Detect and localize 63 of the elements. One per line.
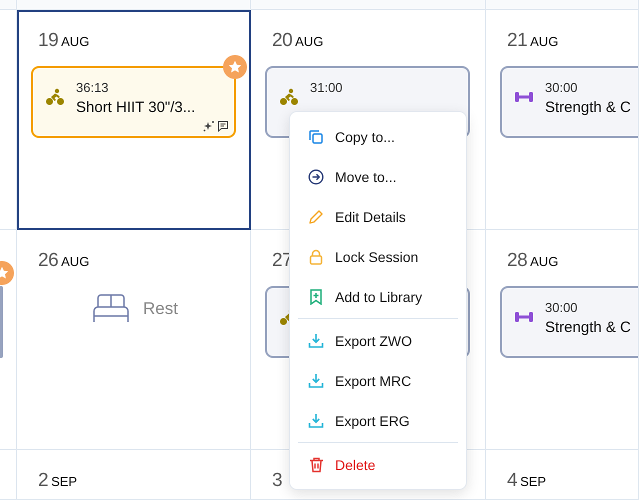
workout-card[interactable]: 30:00 Strength & C [500,66,638,138]
dumbbell-icon [514,310,534,324]
day-number: 21 [507,30,528,52]
bed-icon [93,294,129,323]
menu-item[interactable]: Edit Details [290,197,466,237]
day-number: 4 [507,470,518,492]
rest-label: Rest [143,298,178,318]
month-label: AUG [61,34,90,49]
dumbbell-icon [514,90,534,104]
month-label: SEP [520,474,546,489]
cycling-icon [45,88,65,106]
day-cell[interactable] [251,0,486,10]
workout-title: Short HIIT 30"/3... [76,98,196,118]
day-number: 28 [507,250,528,272]
menu-item[interactable]: Export ERG [290,401,466,441]
day-number: 26 [38,250,58,272]
download-icon [308,413,324,429]
day-cell[interactable] [0,10,17,230]
day-cell[interactable]: 21 AUG 30:00 Strength & C [486,10,639,230]
download-icon [308,373,324,389]
download-icon [308,333,324,349]
day-cell[interactable] [17,0,251,10]
month-label: AUG [61,254,90,269]
pencil-icon [308,209,324,225]
menu-item[interactable]: Export MRC [290,361,466,401]
workout-duration: 30:00 [545,79,578,97]
lock-icon [308,249,324,265]
day-cell[interactable]: 4 SEP [486,450,639,500]
month-label: AUG [530,254,558,269]
workout-card[interactable]: 30:00 Strength & C [500,286,638,358]
selected-day-cell[interactable]: 19 AUG 36:13 Short HIIT 30"/3... [17,10,251,230]
month-label: AUG [530,34,558,49]
workout-card[interactable] [0,286,3,358]
menu-item[interactable]: Add to Library [290,277,466,317]
day-cell[interactable]: 2 SEP [17,450,251,500]
menu-item[interactable]: Delete [290,445,466,485]
menu-item[interactable]: Export ZWO [290,321,466,361]
workout-title: Strength & C [545,318,631,338]
month-label: SEP [51,474,78,489]
workout-duration: 30:00 [545,299,578,317]
day-number: 19 [38,30,58,52]
workout-title: Strength & C [545,98,631,118]
day-cell[interactable] [486,0,639,10]
day-number: 3 [272,470,282,492]
day-cell[interactable] [0,0,17,10]
workout-duration: 31:00 [310,79,343,97]
star-badge[interactable] [223,55,247,79]
arrow-circle-icon [308,169,324,185]
day-cell[interactable]: 26 AUG Rest [17,230,251,450]
day-cell[interactable] [0,450,17,500]
menu-item[interactable]: Move to... [290,157,466,197]
day-cell[interactable] [0,230,17,450]
trash-icon [308,457,324,473]
day-number: 20 [272,30,292,52]
workout-card[interactable]: 36:13 Short HIIT 30"/3... [31,66,236,138]
day-cell[interactable]: 28 AUG 30:00 Strength & C [486,230,639,450]
workout-duration: 36:13 [76,79,109,97]
cycling-icon [279,88,299,106]
menu-item[interactable]: Lock Session [290,237,466,277]
copy-icon [308,129,324,145]
month-label: AUG [295,34,324,49]
bookmark-plus-icon [309,289,323,305]
day-number: 2 [38,470,48,492]
